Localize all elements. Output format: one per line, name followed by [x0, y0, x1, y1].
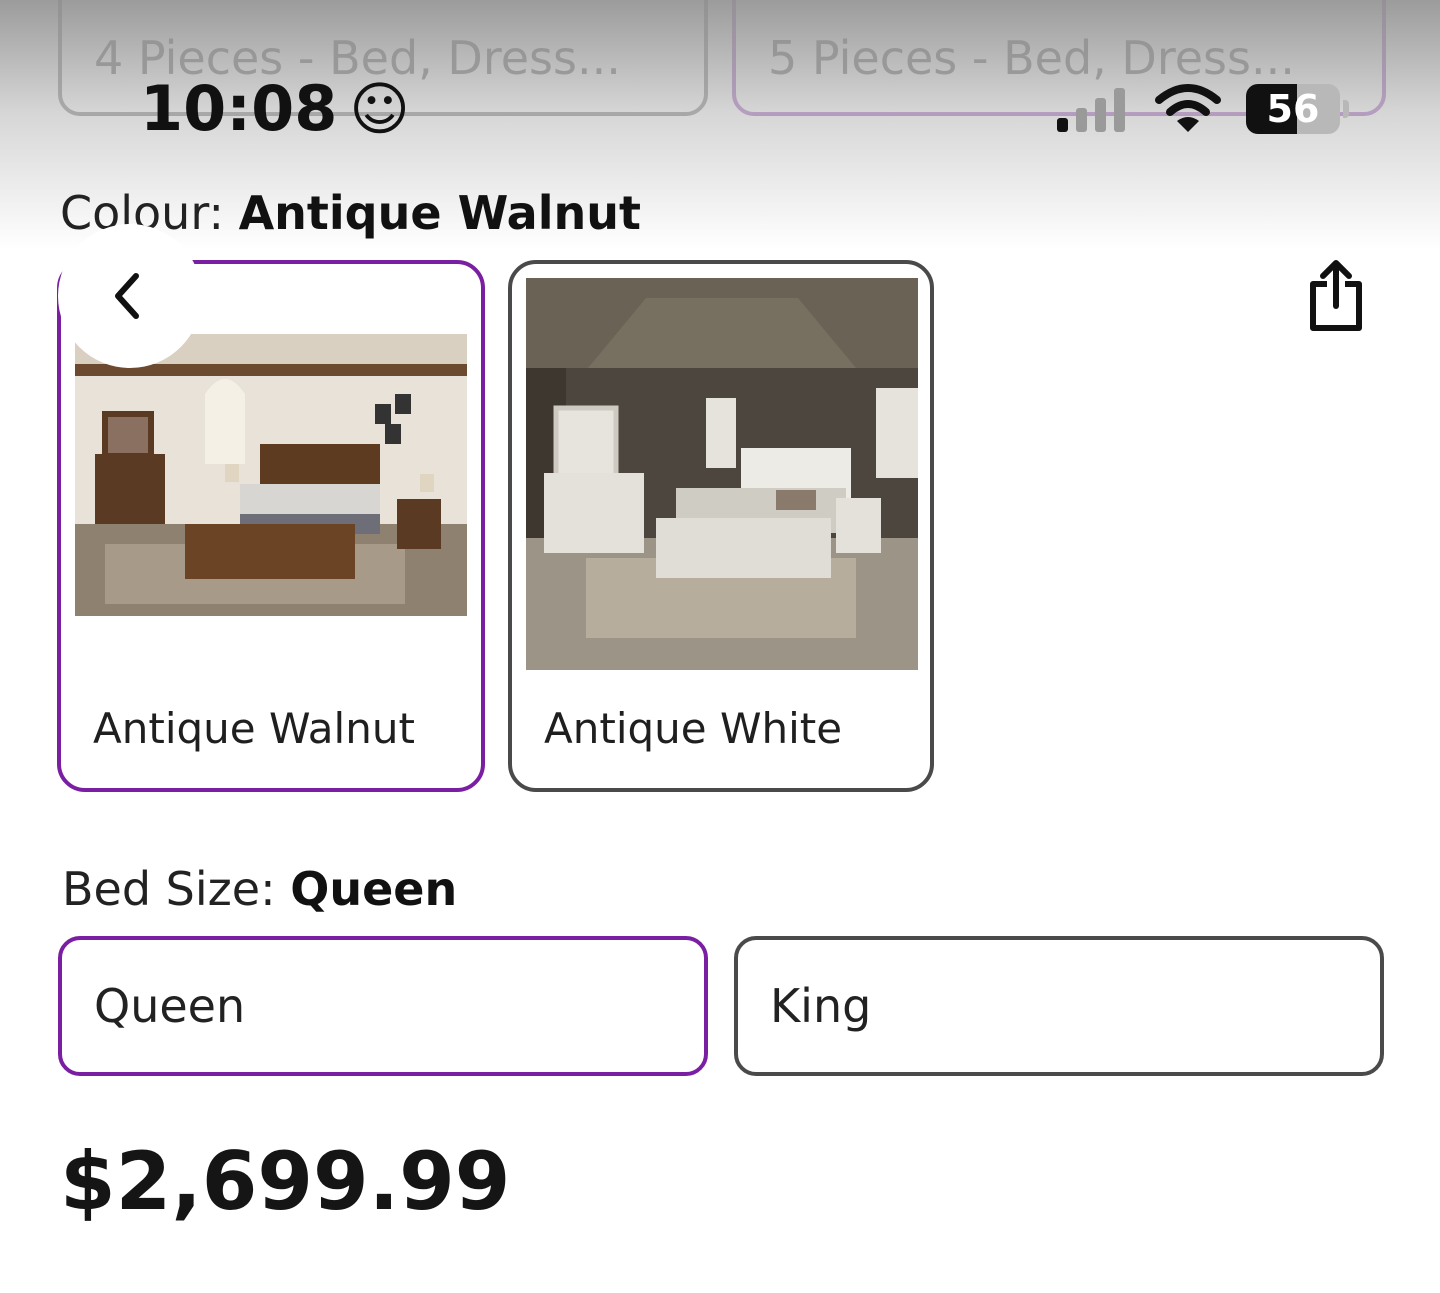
bed-size-option-label: Queen [94, 979, 246, 1033]
battery-icon: 56 [1246, 84, 1340, 134]
share-icon[interactable] [1305, 258, 1367, 334]
bed-size-value: Queen [290, 862, 458, 916]
pieces-option-label: 5 Pieces - Bed, Dress... [768, 31, 1295, 85]
colour-option-name: Antique Walnut [93, 704, 415, 753]
chevron-left-icon [115, 273, 139, 319]
back-button[interactable] [58, 224, 202, 368]
bed-size-heading: Bed Size: Queen [62, 862, 457, 916]
status-time: 10:08 ☺ [140, 72, 410, 145]
antique-white-bedroom-image [526, 278, 918, 670]
bed-size-option-queen[interactable]: Queen [58, 936, 708, 1076]
antique-walnut-bedroom-image [75, 334, 467, 616]
signal-icon [1057, 88, 1125, 132]
bed-size-option-king[interactable]: King [734, 936, 1384, 1076]
colour-value: Antique Walnut [238, 186, 641, 240]
status-time-text: 10:08 [140, 72, 338, 145]
wifi-icon [1155, 84, 1221, 132]
bed-size-option-label: King [770, 979, 872, 1033]
product-price: $2,699.99 [60, 1135, 511, 1228]
colour-option-name: Antique White [544, 704, 843, 753]
smiley-icon: ☺ [349, 74, 410, 143]
bed-size-label: Bed Size: [62, 862, 276, 916]
battery-level: 56 [1266, 87, 1320, 131]
battery-tip [1343, 100, 1349, 118]
colour-option-antique-white[interactable]: Antique White [508, 260, 934, 792]
